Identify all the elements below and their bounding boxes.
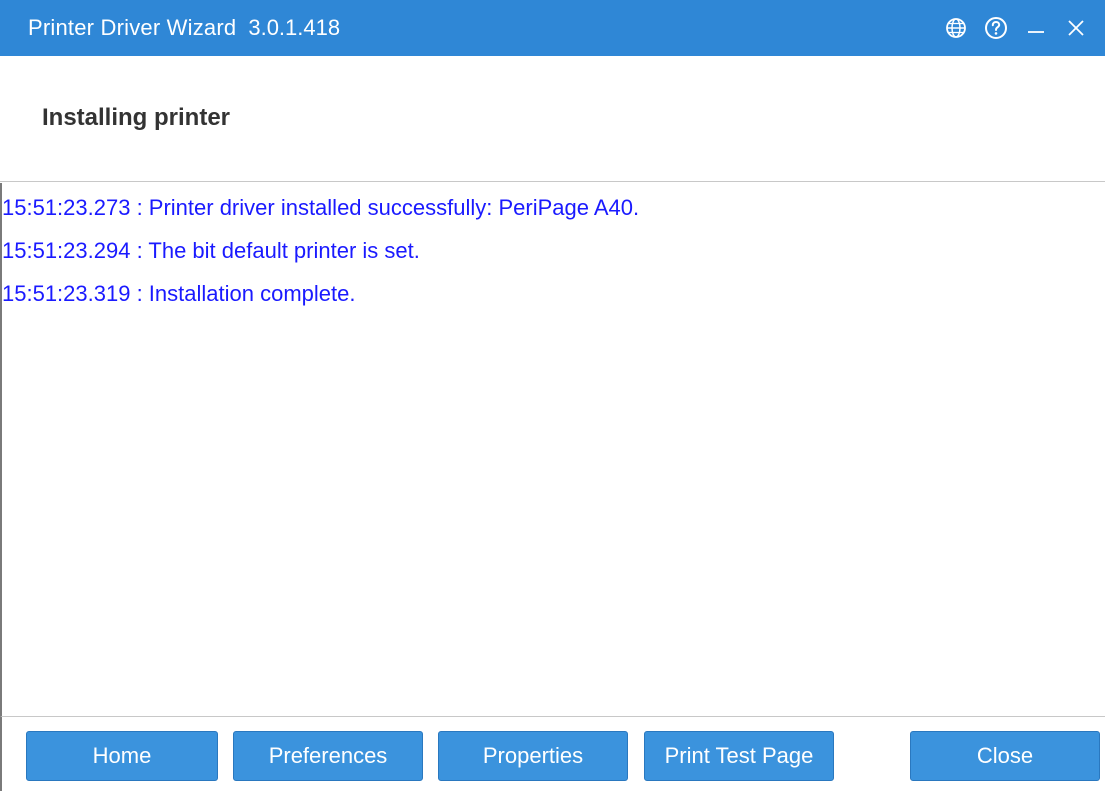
log-line: 15:51:23.319 : Installation complete. <box>2 281 356 306</box>
page-title: Installing printer <box>42 104 231 131</box>
globe-icon <box>945 17 967 39</box>
language-button[interactable] <box>937 9 975 47</box>
help-button[interactable] <box>977 9 1015 47</box>
log-line: 15:51:23.294 : The bit default printer i… <box>2 238 420 263</box>
properties-button[interactable]: Properties <box>438 731 628 781</box>
app-version: 3.0.1.418 <box>248 15 341 40</box>
wizard-window: Printer Driver Wizard 3.0.1.418 Installi… <box>0 0 1105 791</box>
window-controls <box>935 0 1095 56</box>
print-test-page-button[interactable]: Print Test Page <box>644 731 834 781</box>
log-line: 15:51:23.273 : Printer driver installed … <box>2 195 640 220</box>
minimize-icon <box>1025 17 1047 39</box>
home-button[interactable]: Home <box>26 731 218 781</box>
close-window-button[interactable] <box>1057 9 1095 47</box>
close-button[interactable]: Close <box>910 731 1100 781</box>
help-icon <box>984 16 1008 40</box>
app-title: Printer Driver Wizard <box>28 15 237 40</box>
preferences-button[interactable]: Preferences <box>233 731 423 781</box>
install-log[interactable]: 15:51:23.273 : Printer driver installed … <box>0 183 1105 716</box>
title-bar[interactable]: Printer Driver Wizard 3.0.1.418 <box>0 0 1105 56</box>
page-header: Installing printer <box>0 56 1105 182</box>
minimize-button[interactable] <box>1017 9 1055 47</box>
close-icon <box>1065 17 1087 39</box>
button-bar: Home Preferences Properties Print Test P… <box>0 716 1105 791</box>
